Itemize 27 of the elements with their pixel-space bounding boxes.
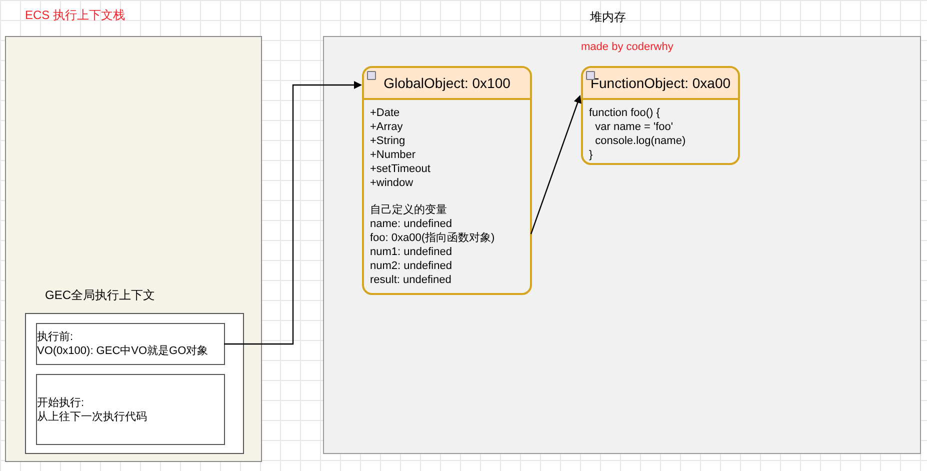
stack-title: ECS 执行上下文栈 [25,7,126,24]
member-text: var name = 'foo' [594,120,674,134]
member-text: +String [370,134,406,148]
heap-title: 堆内存 [590,9,626,26]
member-text: num2: undefined [370,259,453,273]
member-text: foo: 0xa00(指向函数对象) [370,231,496,245]
member-text: +Array [370,120,404,134]
collapse-icon[interactable] [367,71,376,80]
member-text: function foo() { [589,106,661,120]
member-text: console.log(name) [594,134,687,148]
member-text: +window [370,176,414,190]
member-text: +setTimeout [370,162,432,176]
member-text: 自己定义的变量 [370,203,448,217]
credit-text: made by coderwhy [581,41,674,53]
context-text: 开始执行: [37,396,86,410]
member-text: result: undefined [370,273,452,287]
context-text: 从上往下一次执行代码 [37,410,147,424]
member-text: num1: undefined [370,245,453,259]
member-text: +Date [370,106,401,120]
context-text: 执行前: [37,330,74,344]
member-text: +Number [370,148,417,162]
member-text: name: undefined [370,217,453,231]
member-text: } [589,148,594,162]
object-title: FunctionObject: 0xa00 [590,75,731,91]
object-title: GlobalObject: 0x100 [384,75,510,91]
context-text: VO(0x100): GEC中VO就是GO对象 [37,344,208,358]
context-title: GEC全局执行上下文 [45,287,156,304]
